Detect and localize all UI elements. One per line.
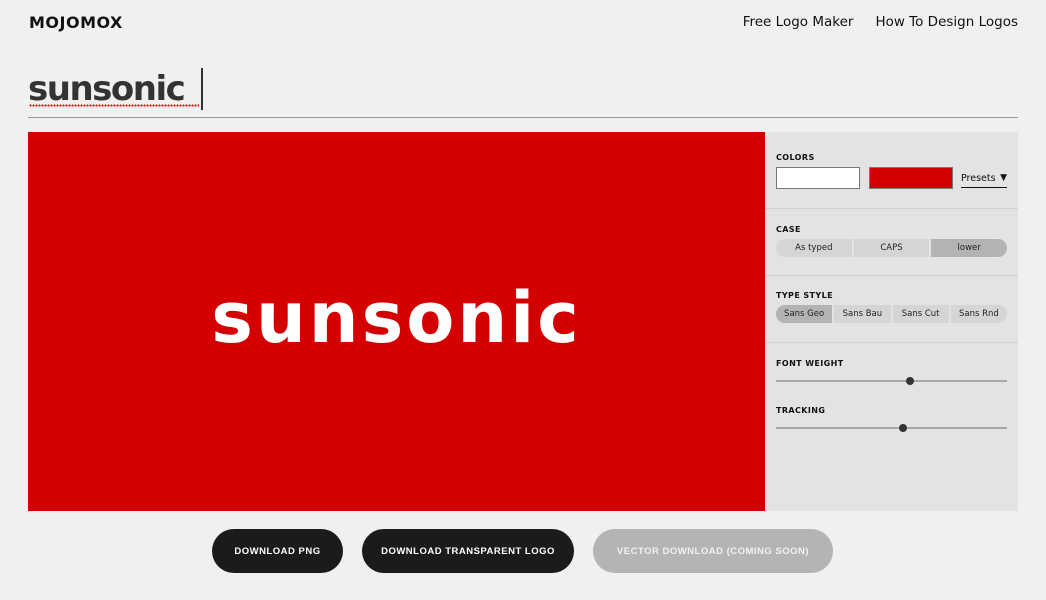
brand-logo[interactable]: MOJOMOX (29, 13, 123, 32)
background-color-swatch[interactable] (869, 167, 953, 189)
type-style-section: TYPE STYLE Sans Geo Sans Bau Sans Cut Sa… (765, 276, 1018, 343)
download-transparent-logo-button[interactable]: DOWNLOAD TRANSPARENT LOGO (362, 529, 574, 573)
tracking-slider-thumb[interactable] (899, 424, 908, 432)
controls-panel: COLORS Presets ▼ CASE As typed CAPS lowe… (765, 132, 1018, 511)
download-png-button[interactable]: DOWNLOAD PNG (212, 529, 343, 573)
type-style-label: TYPE STYLE (776, 291, 833, 300)
case-option-as-typed[interactable]: As typed (776, 239, 854, 257)
case-label: CASE (776, 225, 801, 234)
presets-label: Presets (961, 172, 996, 184)
nav-free-logo-maker[interactable]: Free Logo Maker (743, 14, 854, 30)
nav-how-to-design-logos[interactable]: How To Design Logos (875, 14, 1018, 30)
vector-download-button[interactable]: VECTOR DOWNLOAD (COMING SOON) (593, 529, 833, 573)
type-style-sans-cut[interactable]: Sans Cut (893, 305, 951, 323)
type-style-sans-geo[interactable]: Sans Geo (776, 305, 835, 323)
type-style-sans-rnd[interactable]: Sans Rnd (951, 305, 1007, 323)
tracking-slider[interactable] (776, 424, 1007, 432)
spellcheck-underline (29, 104, 199, 107)
font-weight-label: FONT WEIGHT (776, 359, 844, 368)
font-weight-slider[interactable] (776, 377, 1007, 385)
tracking-label: TRACKING (776, 406, 826, 415)
caret-down-icon: ▼ (1000, 173, 1007, 183)
colors-label: COLORS (776, 153, 815, 162)
text-caret (201, 68, 203, 110)
font-weight-slider-thumb[interactable] (905, 377, 914, 385)
type-style-sans-bau[interactable]: Sans Bau (834, 305, 893, 323)
colors-section: COLORS Presets ▼ (765, 132, 1018, 209)
presets-dropdown[interactable]: Presets ▼ (961, 173, 1007, 188)
case-selector: As typed CAPS lower (776, 239, 1007, 257)
logo-name-field (28, 64, 1018, 118)
case-section: CASE As typed CAPS lower (765, 209, 1018, 276)
logo-preview: sunsonic (28, 132, 765, 511)
top-nav: Free Logo Maker How To Design Logos (743, 14, 1018, 30)
text-color-swatch[interactable] (776, 167, 860, 189)
logo-preview-text: sunsonic (211, 276, 582, 359)
case-option-caps[interactable]: CAPS (854, 239, 932, 257)
type-style-selector: Sans Geo Sans Bau Sans Cut Sans Rnd (776, 305, 1007, 323)
case-option-lower[interactable]: lower (931, 239, 1007, 257)
sliders-section: FONT WEIGHT TRACKING (765, 343, 1018, 432)
